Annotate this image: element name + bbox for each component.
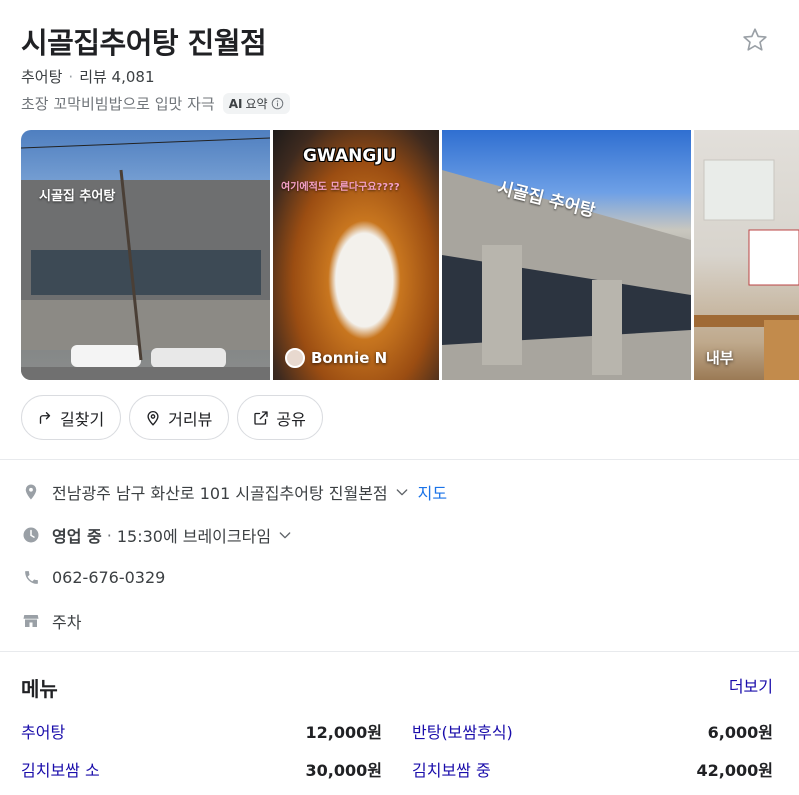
directions-button[interactable]: 길찾기	[21, 395, 122, 440]
phone-icon	[21, 567, 41, 587]
open-status: 영업 중	[52, 527, 102, 546]
separator-dot: ·	[106, 525, 112, 545]
address-row: 전남광주 남구 화산로 101 시골집추어탕 진월본점 지도	[21, 480, 447, 504]
chevron-down-icon[interactable]	[394, 484, 410, 500]
photo-sign-text: 시골집 추어탕	[39, 189, 116, 204]
photo-exterior-2[interactable]: 시골집 추어탕	[442, 130, 691, 380]
directions-label: 길찾기	[60, 409, 105, 429]
place-title: 시골집추어탕 진월점	[21, 26, 267, 60]
hours-detail[interactable]: 15:30에 브레이크타임	[117, 523, 271, 547]
share-label: 공유	[276, 409, 306, 429]
parking-text: 주차	[52, 613, 82, 632]
divider	[0, 651, 799, 652]
interior-illustration	[694, 159, 799, 380]
ai-badge-text: 요약	[245, 97, 268, 111]
map-link[interactable]: 지도	[418, 480, 447, 504]
menu-heading: 메뉴	[21, 677, 58, 701]
menu-item-name[interactable]: 김치보쌈 중	[412, 757, 491, 781]
photo-interior[interactable]: 내부	[694, 130, 799, 380]
ai-summary: 초장 꼬막비빔밥으로 입맛 자극 AI 요약	[21, 93, 290, 114]
menu-item-name[interactable]: 추어탕	[21, 719, 65, 743]
menu-more-link[interactable]: 더보기	[729, 673, 773, 697]
separator-dot: ·	[68, 67, 74, 86]
location-pin-icon	[21, 482, 41, 502]
photo-author: Bonnie N	[285, 348, 387, 368]
star-icon	[743, 28, 767, 51]
photo-exterior-1[interactable]: 시골집 추어탕	[21, 130, 270, 380]
action-bar: 길찾기 거리뷰 공유	[21, 395, 323, 440]
directions-icon	[39, 411, 51, 424]
place-meta: 추어탕 · 리뷰 4,081	[21, 66, 155, 87]
info-icon	[271, 97, 283, 110]
menu-item-name[interactable]: 김치보쌈 소	[21, 757, 100, 781]
category-text: 추어탕	[21, 68, 63, 86]
save-star-button[interactable]	[739, 24, 771, 56]
address-text[interactable]: 전남광주 남구 화산로 101 시골집추어탕 진월본점	[52, 480, 388, 504]
review-count-link[interactable]: 리뷰 4,081	[79, 66, 154, 87]
building-illustration	[442, 170, 691, 380]
photo-caption: 내부	[706, 349, 734, 367]
phone-row: 062-676-0329	[21, 567, 165, 587]
clock-icon	[21, 525, 41, 545]
author-name: Bonnie N	[311, 349, 388, 367]
photo-overlay-caption: 여기에적도 모른다구요????	[281, 182, 400, 193]
divider	[0, 459, 799, 460]
menu-item-name[interactable]: 반탕(보쌈후식)	[412, 719, 513, 743]
phone-number[interactable]: 062-676-0329	[52, 568, 165, 587]
location-pin-icon	[147, 410, 159, 426]
photo-food[interactable]: GWANGJU 여기에적도 모른다구요???? Bonnie N	[273, 130, 439, 380]
photo-gallery[interactable]: 시골집 추어탕 GWANGJU 여기에적도 모른다구요???? Bonnie N…	[21, 130, 799, 380]
building-illustration	[21, 137, 270, 380]
summary-text: 초장 꼬막비빔밥으로 입맛 자극	[21, 95, 215, 113]
share-button[interactable]: 공유	[237, 395, 323, 440]
ai-badge-label: AI	[228, 96, 243, 111]
ai-summary-badge[interactable]: AI 요약	[222, 93, 290, 114]
photo-overlay-title: GWANGJU	[303, 146, 397, 166]
hours-row: 영업 중 · 15:30에 브레이크타임	[21, 523, 293, 547]
store-icon	[21, 611, 41, 631]
street-view-label: 거리뷰	[168, 409, 213, 429]
menu-item-price: 12,000원	[305, 723, 382, 742]
author-avatar	[285, 348, 305, 368]
menu-item-price: 42,000원	[696, 761, 773, 780]
chevron-down-icon[interactable]	[277, 527, 293, 543]
menu-item-price: 30,000원	[305, 761, 382, 780]
parking-row: 주차	[21, 609, 81, 633]
menu-item-price: 6,000원	[707, 723, 773, 742]
share-icon	[254, 410, 269, 425]
street-view-button[interactable]: 거리뷰	[129, 395, 230, 440]
